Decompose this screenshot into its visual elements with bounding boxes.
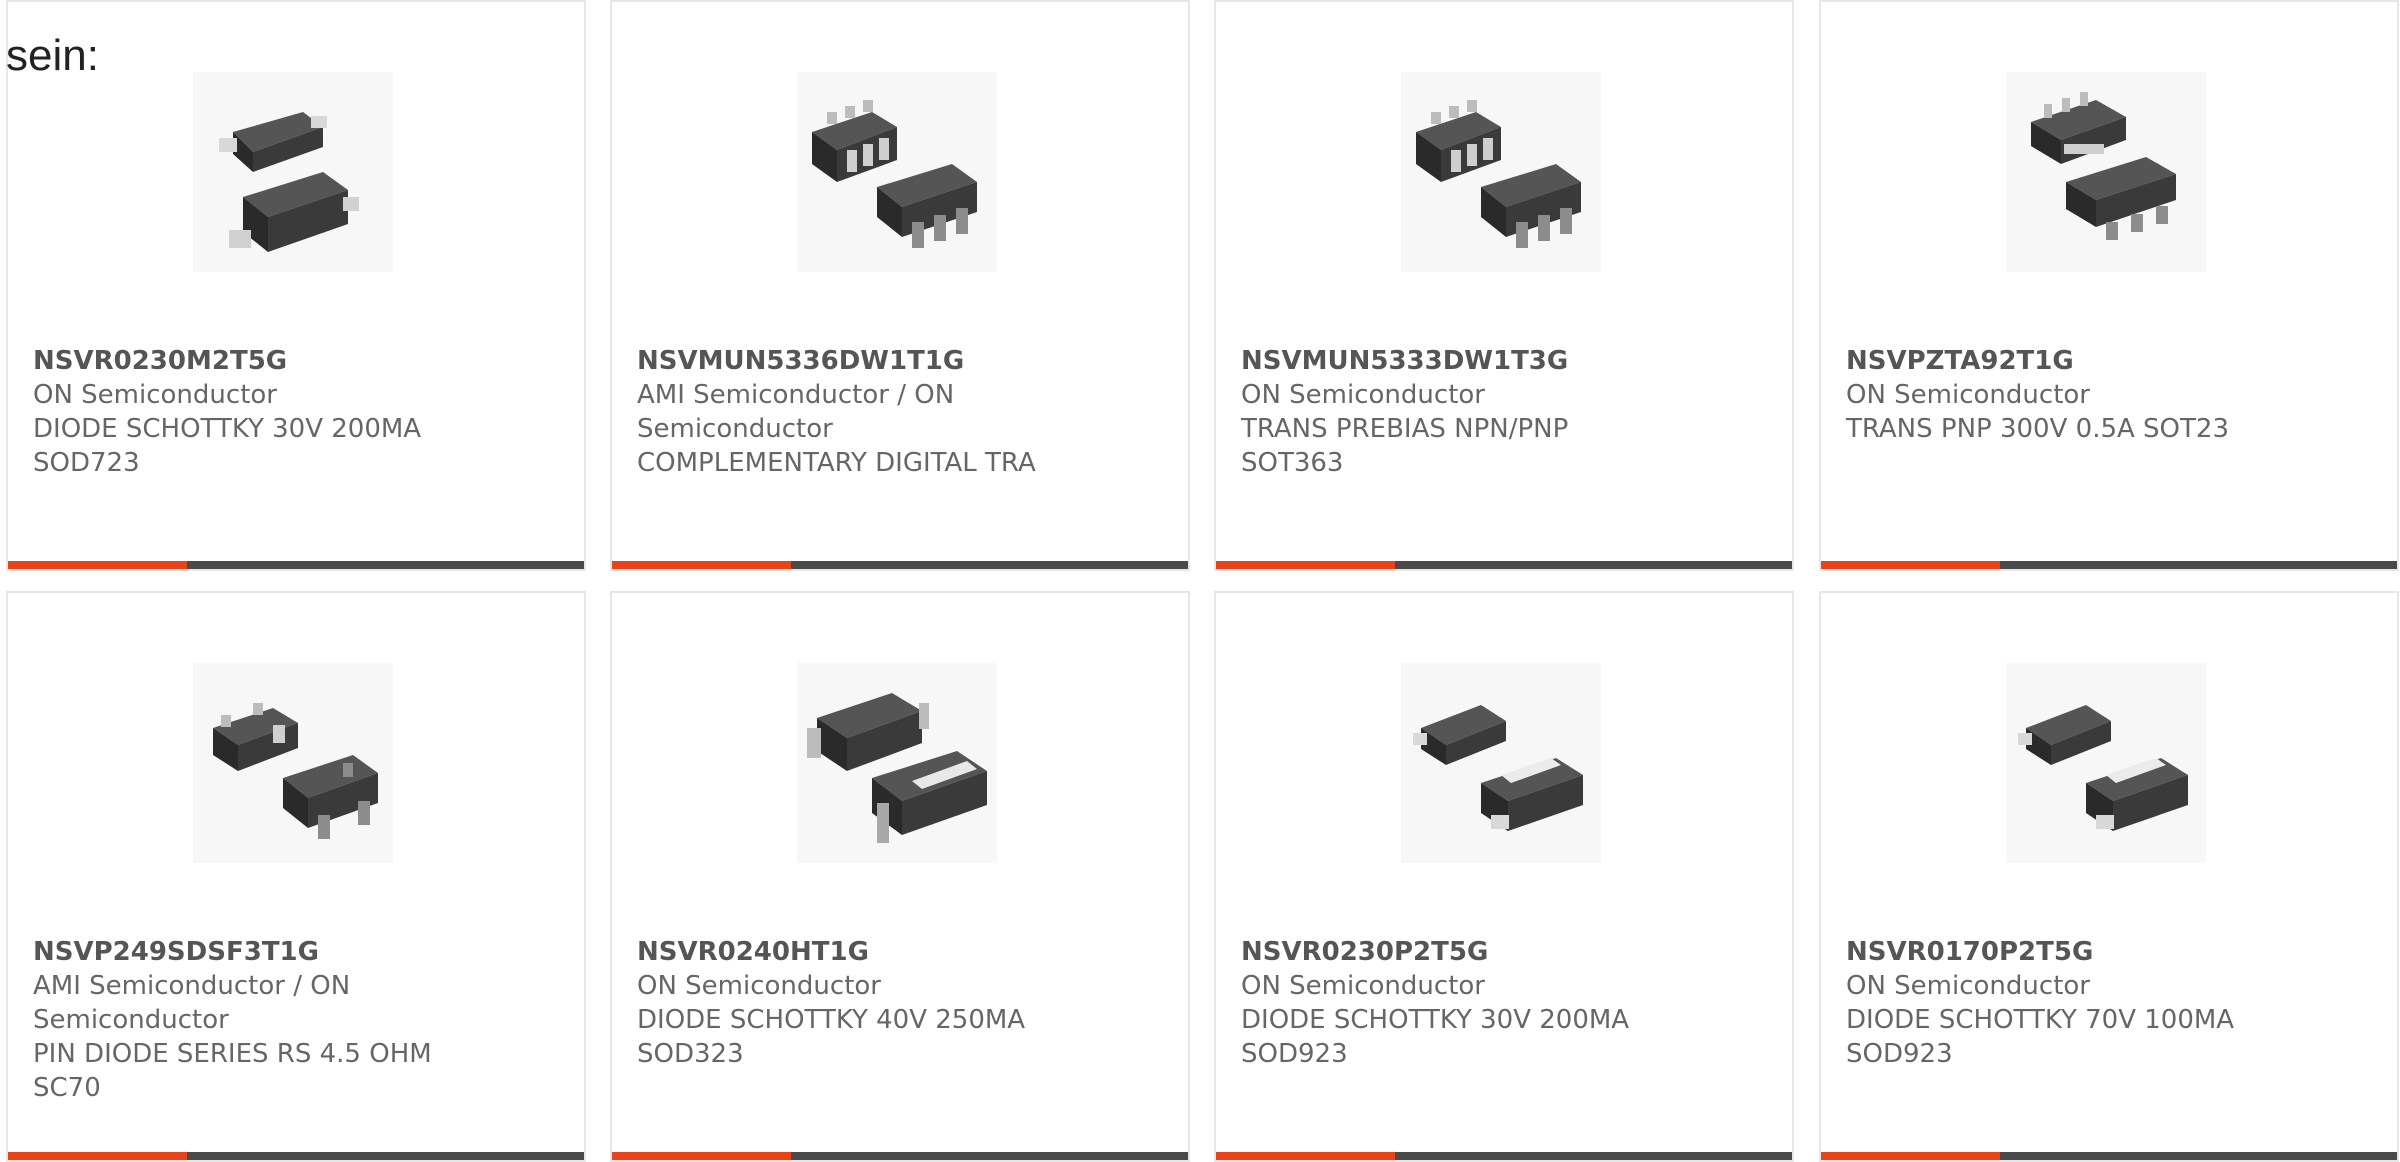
manufacturer: ON Semiconductor <box>1846 971 2090 1001</box>
manufacturer: AMI Semiconductor / ON <box>33 971 351 1001</box>
manufacturer: AMI Semiconductor / ON <box>637 380 955 410</box>
card-accent-bar <box>612 561 791 569</box>
manufacturer: ON Semiconductor <box>1241 971 1485 1001</box>
card-accent-bar <box>1821 1152 2000 1160</box>
sot363-package-image[interactable] <box>797 72 997 272</box>
description: TRANS PNP 300V 0.5A SOT23 <box>1846 414 2229 444</box>
part-number[interactable]: NSVMUN5333DW1T3G <box>1241 344 1761 378</box>
manufacturer-continued: Semiconductor <box>33 1005 229 1035</box>
product-card[interactable]: NSVMUN5333DW1T3G ON Semiconductor TRANS … <box>1214 0 1794 571</box>
sot223-package-image[interactable] <box>2006 72 2206 272</box>
sod923-package-image[interactable] <box>2006 663 2206 863</box>
manufacturer-continued: Semiconductor <box>637 414 833 444</box>
sot363-package-image[interactable] <box>1401 72 1601 272</box>
package: SC70 <box>33 1073 101 1103</box>
sod923-package-image[interactable] <box>1401 663 1601 863</box>
part-number[interactable]: NSVR0240HT1G <box>637 935 1157 969</box>
manufacturer: ON Semiconductor <box>33 380 277 410</box>
card-footer-bar <box>8 561 584 569</box>
sod723-package-image[interactable] <box>193 72 393 272</box>
card-footer-bar <box>612 1152 1188 1160</box>
part-number[interactable]: NSVR0170P2T5G <box>1846 935 2366 969</box>
card-footer-bar <box>8 1152 584 1160</box>
manufacturer: ON Semiconductor <box>1241 380 1485 410</box>
card-footer-bar <box>1216 1152 1792 1160</box>
card-accent-bar <box>1216 1152 1395 1160</box>
card-accent-bar <box>8 1152 187 1160</box>
sod323-package-image[interactable] <box>797 663 997 863</box>
package: SOD923 <box>1241 1039 1348 1069</box>
card-accent-bar <box>1216 561 1395 569</box>
package: SOD723 <box>33 448 140 478</box>
package: SOT363 <box>1241 448 1344 478</box>
product-card[interactable]: NSVR0240HT1G ON Semiconductor DIODE SCHO… <box>610 591 1190 1162</box>
card-footer-bar <box>1216 561 1792 569</box>
product-card[interactable]: NSVMUN5336DW1T1G AMI Semiconductor / ON … <box>610 0 1190 571</box>
part-number[interactable]: NSVR0230M2T5G <box>33 344 553 378</box>
description: PIN DIODE SERIES RS 4.5 OHM <box>33 1039 432 1069</box>
sc70-package-image[interactable] <box>193 663 393 863</box>
card-footer-bar <box>1821 561 2397 569</box>
part-number[interactable]: NSVP249SDSF3T1G <box>33 935 553 969</box>
product-card[interactable]: NSVR0230P2T5G ON Semiconductor DIODE SCH… <box>1214 591 1794 1162</box>
description: COMPLEMENTARY DIGITAL TRA <box>637 448 1036 478</box>
product-card[interactable]: NSVP249SDSF3T1G AMI Semiconductor / ON S… <box>6 591 586 1162</box>
product-card[interactable]: NSVR0170P2T5G ON Semiconductor DIODE SCH… <box>1819 591 2399 1162</box>
part-number[interactable]: NSVMUN5336DW1T1G <box>637 344 1157 378</box>
manufacturer: ON Semiconductor <box>637 971 881 1001</box>
product-card[interactable]: NSVR0230M2T5G ON Semiconductor DIODE SCH… <box>6 0 586 571</box>
lead-text: sein: <box>6 31 99 80</box>
description: DIODE SCHOTTKY 30V 200MA <box>33 414 422 444</box>
card-footer-bar <box>1821 1152 2397 1160</box>
description: DIODE SCHOTTKY 70V 100MA <box>1846 1005 2235 1035</box>
description: DIODE SCHOTTKY 40V 250MA <box>637 1005 1026 1035</box>
card-accent-bar <box>8 561 187 569</box>
package: SOD323 <box>637 1039 744 1069</box>
part-number[interactable]: NSVR0230P2T5G <box>1241 935 1761 969</box>
description: TRANS PREBIAS NPN/PNP <box>1241 414 1569 444</box>
product-card[interactable]: NSVPZTA92T1G ON Semiconductor TRANS PNP … <box>1819 0 2399 571</box>
description: DIODE SCHOTTKY 30V 200MA <box>1241 1005 1630 1035</box>
card-accent-bar <box>612 1152 791 1160</box>
card-accent-bar <box>1821 561 2000 569</box>
part-number[interactable]: NSVPZTA92T1G <box>1846 344 2366 378</box>
manufacturer: ON Semiconductor <box>1846 380 2090 410</box>
card-footer-bar <box>612 561 1188 569</box>
package: SOD923 <box>1846 1039 1953 1069</box>
